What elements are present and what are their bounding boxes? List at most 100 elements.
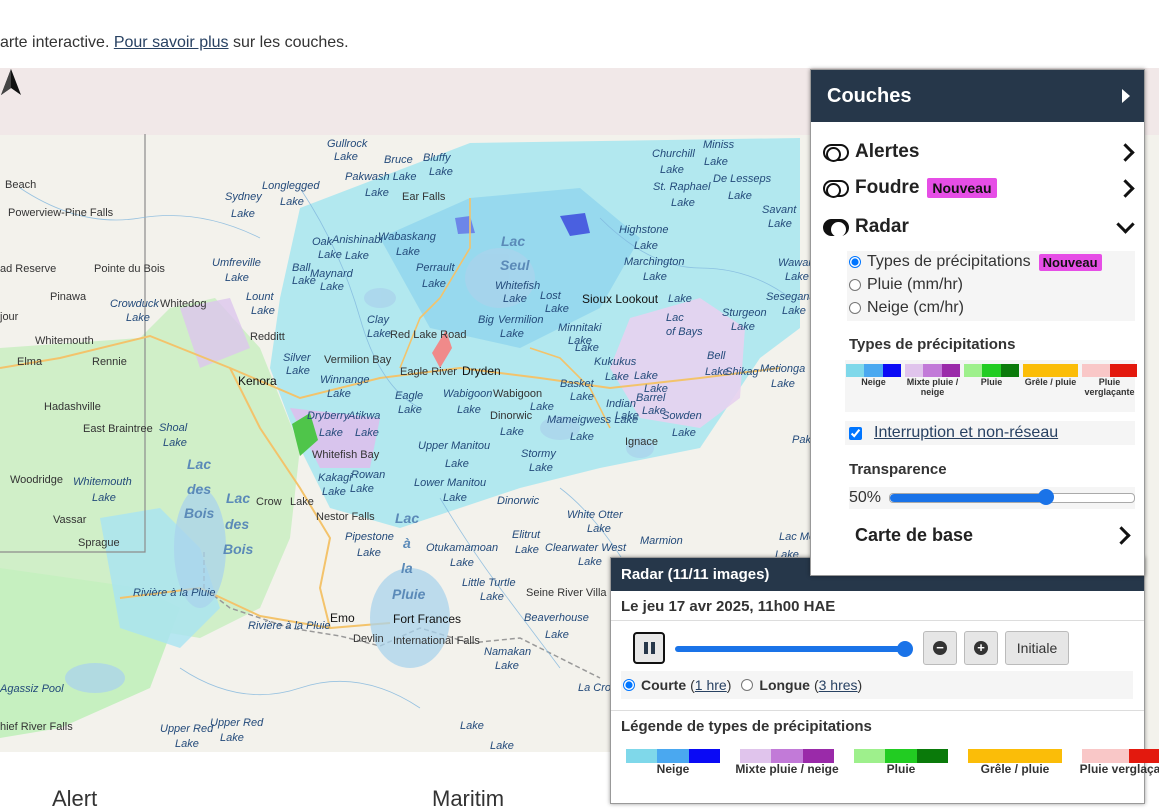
basemap-row[interactable]: Carte de base [855, 525, 1132, 546]
map-label: Lake [251, 305, 275, 317]
interruption-checkbox[interactable] [849, 426, 862, 440]
map-label: Lake [365, 187, 389, 199]
option-pluie-radio[interactable] [849, 279, 861, 291]
map-label: Bell [707, 350, 726, 362]
radar-label: Radar [855, 216, 909, 237]
map-label: Whitedog [160, 298, 207, 310]
legend-swatch [864, 364, 883, 377]
chevron-right-icon[interactable] [1116, 142, 1135, 162]
zoom-out-button[interactable]: − [923, 631, 957, 665]
legend-swatch [802, 749, 834, 763]
map-label: Lake [634, 240, 658, 252]
map-label: Wabaskang [378, 231, 436, 243]
legend-group: Neige [845, 364, 902, 412]
map-label: Lake [605, 371, 629, 383]
chevron-right-icon[interactable] [1116, 178, 1135, 198]
map-label: Namakan [484, 646, 532, 658]
map-label: Upper Red [160, 723, 214, 735]
map-label: Bruce [384, 154, 413, 166]
plus-icon: + [974, 641, 988, 655]
legend-swatch [1082, 364, 1110, 377]
map-label: Wabigoon [493, 388, 543, 400]
radar-toggle[interactable] [823, 218, 849, 237]
animation-slider-thumb[interactable] [897, 641, 913, 657]
option-types-label: Types de précipitations [867, 253, 1031, 270]
layer-alertes[interactable]: Alertes [823, 141, 1135, 163]
courte-radio[interactable] [623, 679, 635, 691]
chevron-right-icon[interactable] [1112, 526, 1131, 545]
map-label: Eagle [395, 390, 424, 402]
option-pluie[interactable]: Pluie (mm/hr) [849, 276, 963, 294]
transparence-row: 50% [849, 487, 1135, 509]
animation-slider[interactable] [675, 641, 913, 657]
pause-button[interactable] [633, 632, 665, 664]
map-label: Lake [318, 249, 342, 261]
slider-thumb[interactable] [1038, 489, 1055, 505]
map-label: Lake [163, 437, 187, 449]
legend-swatch [882, 364, 901, 377]
interruption-link[interactable]: Interruption et non-réseau [874, 424, 1058, 442]
initial-button[interactable]: Initiale [1005, 631, 1069, 665]
layers-header[interactable]: Couches [811, 70, 1144, 122]
map-label: Pakwash Lake [345, 171, 417, 183]
legend-swatch [923, 364, 942, 377]
legend-swatch [1000, 364, 1019, 377]
transparence-slider[interactable] [889, 489, 1135, 505]
map-label: Lake [327, 388, 351, 400]
map-label: Lake [92, 492, 116, 504]
longue-duration[interactable]: 3 hres [819, 677, 858, 693]
map-label: Highstone [619, 224, 669, 236]
layer-foudre[interactable]: Foudre Nouveau [823, 177, 1135, 199]
zoom-in-button[interactable]: + [964, 631, 998, 665]
option-neige[interactable]: Neige (cm/hr) [849, 299, 964, 317]
map-label: Bluffy [423, 152, 451, 164]
map-label: Lake [357, 547, 381, 559]
map-label: Barrel [636, 392, 666, 404]
legend-label: Mixte pluie / neige [735, 762, 839, 776]
foudre-toggle[interactable] [823, 179, 849, 198]
map-label: Pluie [392, 586, 426, 602]
courte-duration[interactable]: 1 hre [695, 677, 727, 693]
option-neige-radio[interactable] [849, 302, 861, 314]
collapse-arrow-icon[interactable] [1122, 89, 1130, 103]
map-label: Little Turtle [462, 577, 516, 589]
map-label: Vassar [53, 514, 87, 526]
map-label: Lake [286, 365, 310, 377]
map-label: Lake [771, 378, 795, 390]
map-label: White Otter [567, 509, 623, 521]
legend-swatch [1109, 364, 1137, 377]
map-label: Pointe du Bois [94, 263, 165, 275]
map-label: Metionga [760, 363, 806, 375]
interruption-option[interactable]: Interruption et non-réseau [845, 421, 1135, 445]
legend-swatch [771, 749, 803, 763]
map-label: Lake [429, 166, 453, 178]
map-label: Lake [500, 328, 524, 340]
option-pluie-label: Pluie (mm/hr) [867, 276, 964, 293]
map-label: Pipestone [345, 531, 394, 543]
map-label: Kenora [238, 374, 277, 388]
map-label: Agassiz Pool [0, 683, 64, 695]
map-label: Crowduck [110, 298, 159, 310]
map-label: Gullrock [327, 138, 368, 150]
chevron-down-icon[interactable] [1116, 214, 1135, 234]
map-label: Woodridge [10, 474, 63, 486]
map-label: Nestor Falls [316, 511, 375, 523]
option-types-radio[interactable] [849, 256, 861, 268]
map-label: Lake [500, 426, 524, 438]
map-label: Rennie [92, 356, 127, 368]
map-label: des [187, 481, 212, 497]
legend-group: Pluie verglaçante [1081, 364, 1138, 412]
learn-more-link[interactable]: Pour savoir plus [114, 34, 229, 51]
longue-radio[interactable] [741, 679, 754, 691]
option-types[interactable]: Types de précipitations Nouveau [849, 253, 1102, 271]
map-label: Emo [330, 611, 355, 625]
map-label: Lake [575, 342, 599, 354]
map-label: Lake [587, 523, 611, 535]
map-label: Lake [570, 391, 594, 403]
new-badge: Nouveau [1038, 253, 1102, 271]
map-label: Perrault [416, 262, 455, 274]
alertes-toggle[interactable] [823, 143, 849, 162]
layer-radar[interactable]: Radar [823, 214, 1135, 238]
map-label: des [225, 516, 250, 532]
map-label: Lake [367, 328, 391, 340]
